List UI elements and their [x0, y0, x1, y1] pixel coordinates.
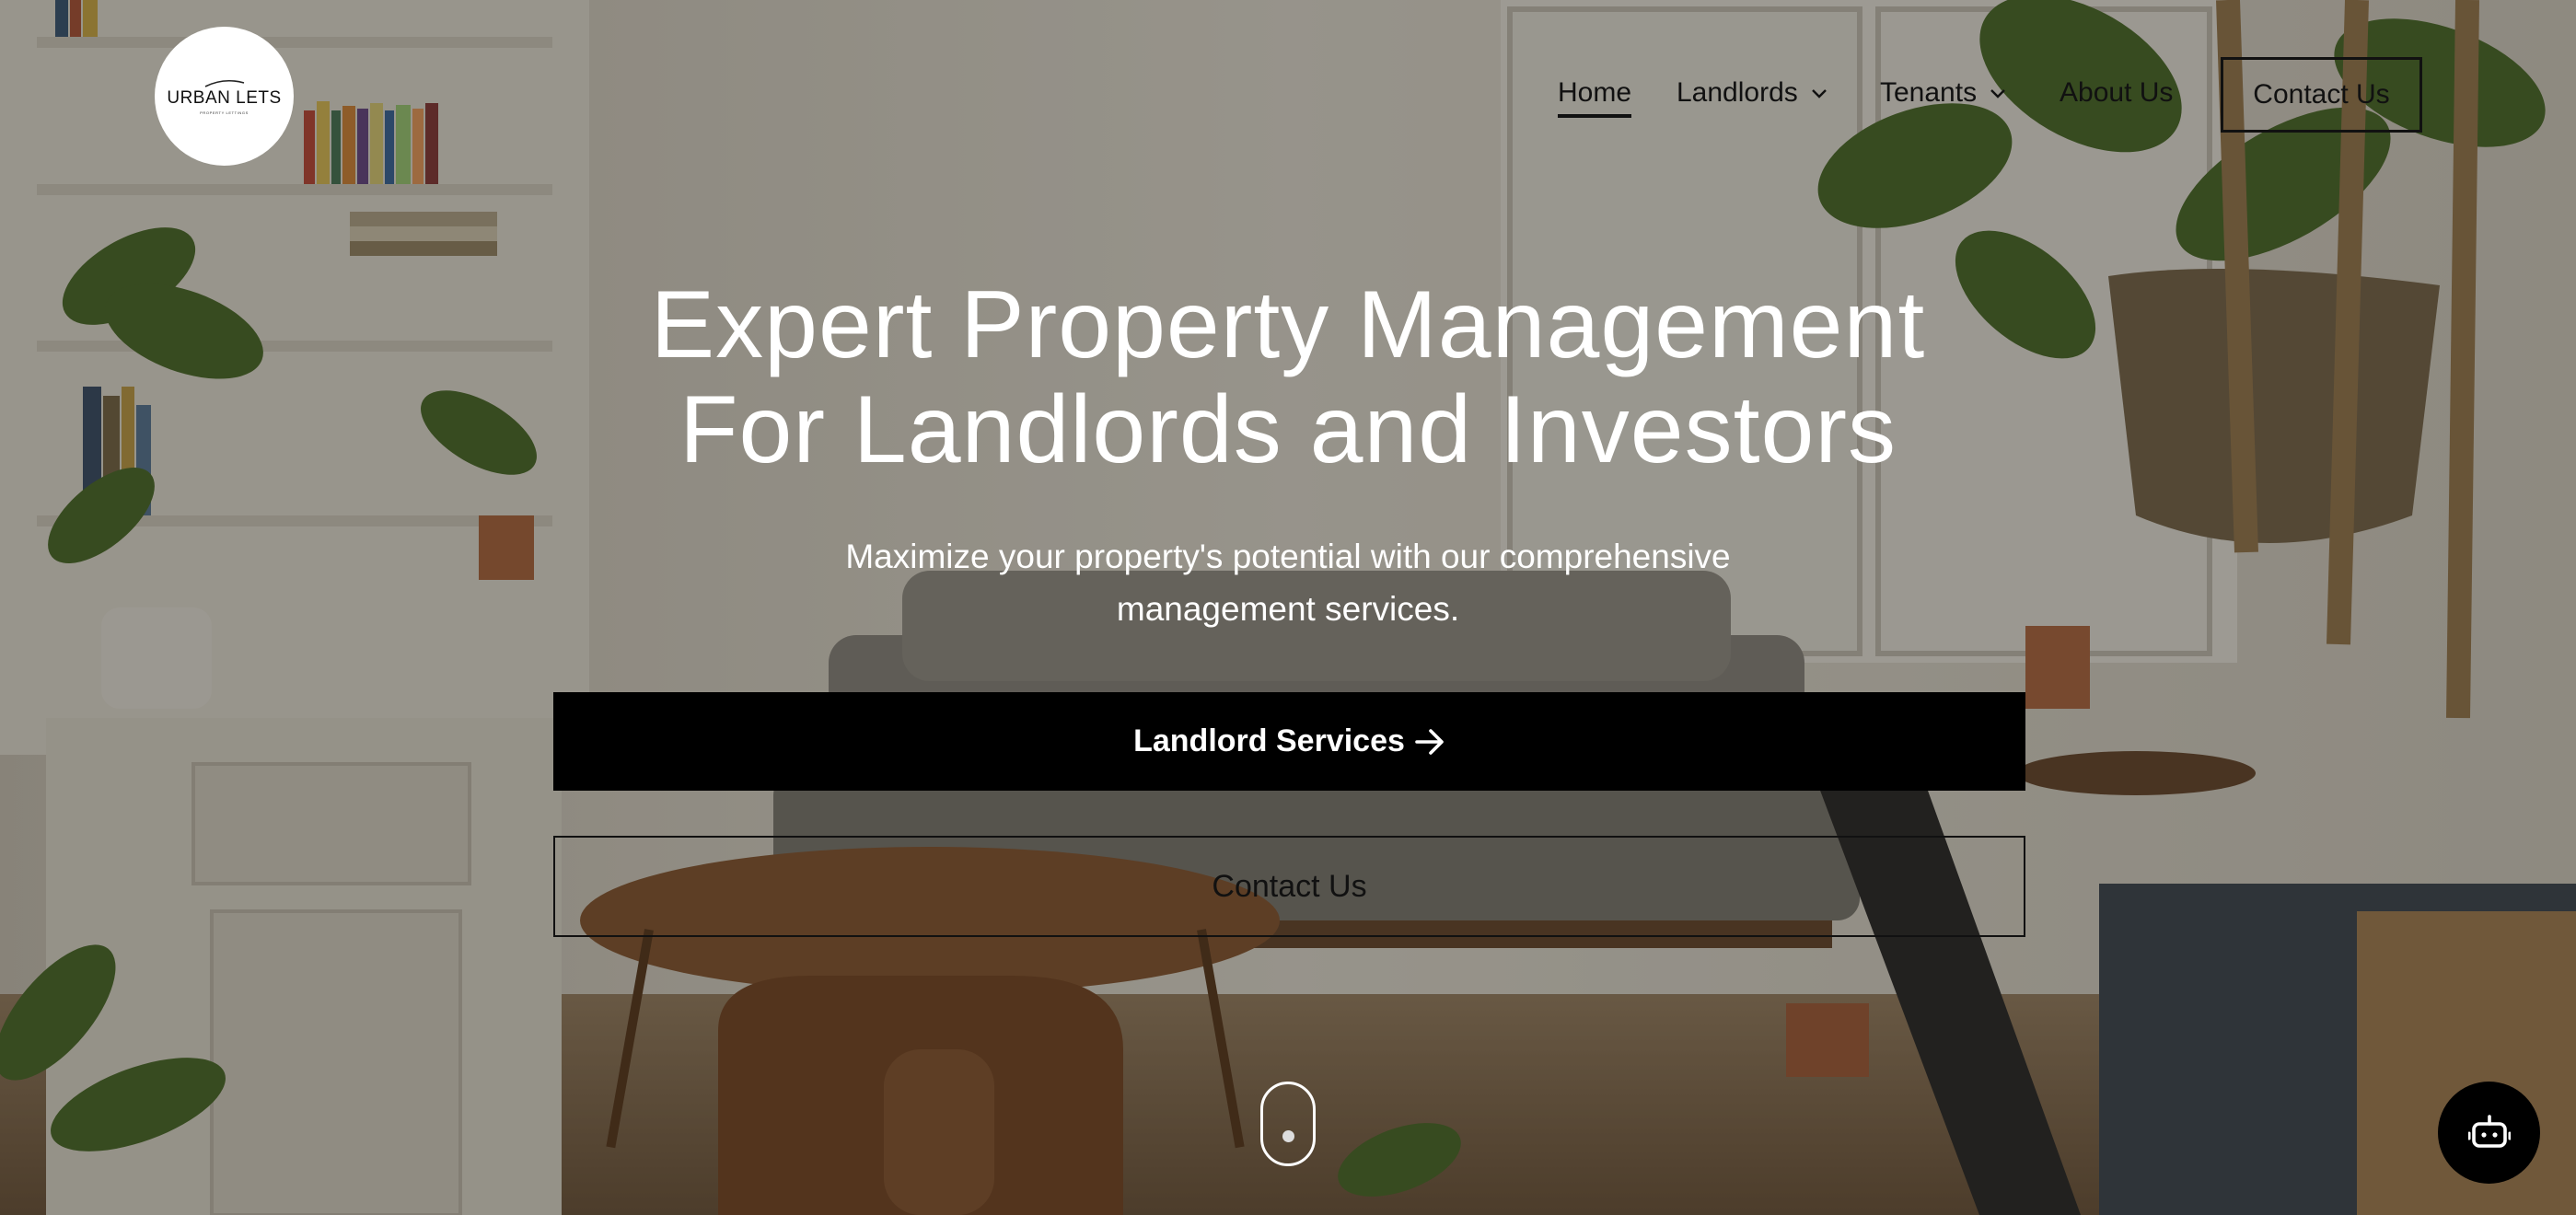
landlord-services-button[interactable]: Landlord Services [553, 692, 2025, 791]
landlord-services-label: Landlord Services [1133, 723, 1405, 758]
chatbot-button[interactable] [2438, 1082, 2540, 1184]
nav-contact-button[interactable]: Contact Us [2221, 57, 2422, 133]
hero-contact-us-button[interactable]: Contact Us [553, 836, 2025, 937]
page: URBAN LETS PROPERTY LETTINGS Home Landlo… [0, 0, 2576, 1215]
scroll-dot [1282, 1130, 1294, 1142]
hero-title: Expert Property Management For Landlords… [0, 272, 2576, 482]
nav-tenants[interactable]: Tenants [1880, 77, 2006, 109]
chevron-down-icon [1811, 89, 1827, 98]
nav-home[interactable]: Home [1558, 77, 1632, 118]
hero-subtitle: Maximize your property's potential with … [0, 530, 2576, 635]
nav-about-us[interactable]: About Us [2060, 77, 2173, 109]
hero-subtitle-line-1: Maximize your property's potential with … [845, 538, 1731, 575]
hero-title-line-2: For Landlords and Investors [679, 376, 1897, 483]
nav-home-label: Home [1558, 77, 1632, 118]
main-nav: Home Landlords Tenants About Us Contact … [0, 57, 2576, 133]
hero-subtitle-line-2: management services. [1116, 590, 1460, 628]
hero-contact-us-label: Contact Us [1212, 868, 1367, 904]
hero-title-line-1: Expert Property Management [650, 272, 1926, 378]
mouse-scroll-icon[interactable] [1260, 1082, 1316, 1166]
nav-about-us-label: About Us [2060, 77, 2174, 108]
nav-tenants-label: Tenants [1880, 77, 1978, 108]
chevron-down-icon [1990, 89, 2005, 98]
nav-landlords-label: Landlords [1677, 77, 1798, 108]
arrow-right-icon [1415, 728, 1444, 755]
robot-icon [2467, 1114, 2511, 1148]
nav-landlords[interactable]: Landlords [1677, 77, 1828, 109]
